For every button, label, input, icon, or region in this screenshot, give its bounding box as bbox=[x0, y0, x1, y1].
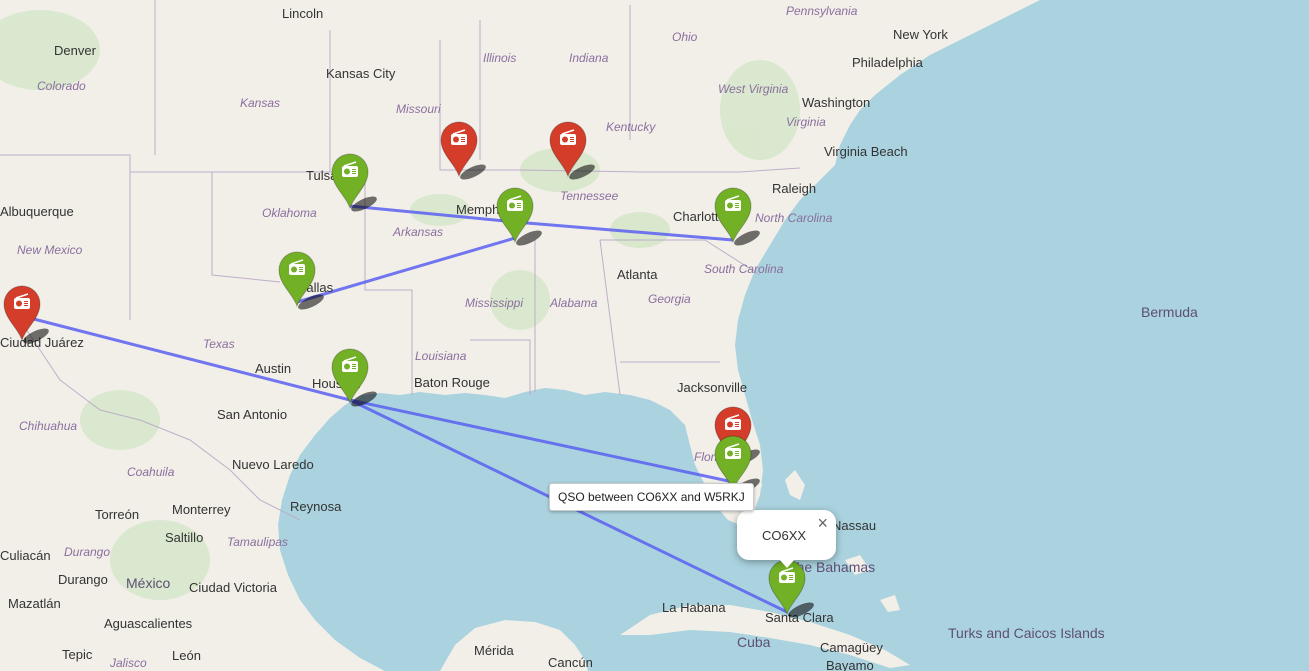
state-label: Virginia bbox=[786, 115, 826, 129]
state-label: Mississippi bbox=[465, 296, 523, 310]
city-label: Kansas City bbox=[326, 66, 396, 81]
city-label: Camagüey bbox=[820, 640, 883, 655]
state-label: Durango bbox=[64, 545, 110, 559]
city-label: Culiacán bbox=[0, 548, 51, 563]
map-canvas[interactable]: Lincoln Denver Kansas City Tulsa Memphis… bbox=[0, 0, 1309, 671]
city-label: Cancún bbox=[548, 655, 593, 670]
state-label: Chihuahua bbox=[19, 419, 77, 433]
city-label: Mazatlán bbox=[8, 596, 61, 611]
city-label: Nuevo Laredo bbox=[232, 457, 314, 472]
state-label: Indiana bbox=[569, 51, 609, 65]
city-label: Reynosa bbox=[290, 499, 342, 514]
state-label: Ohio bbox=[672, 30, 698, 44]
country-label: Turks and Caicos Islands bbox=[948, 625, 1105, 641]
city-label: Mérida bbox=[474, 643, 515, 658]
city-label: Albuquerque bbox=[0, 204, 74, 219]
qso-tooltip: QSO between CO6XX and W5RKJ bbox=[549, 483, 754, 511]
city-label: Aguascalientes bbox=[104, 616, 193, 631]
city-label: Philadelphia bbox=[852, 55, 924, 70]
state-label: South Carolina bbox=[704, 262, 784, 276]
city-label: New York bbox=[893, 27, 948, 42]
state-label: New Mexico bbox=[17, 243, 83, 257]
station-popup: CO6XX × bbox=[737, 510, 836, 568]
state-label: Kansas bbox=[240, 96, 280, 110]
city-label: Jacksonville bbox=[677, 380, 747, 395]
city-label: Tepic bbox=[62, 647, 93, 662]
city-label: Torreón bbox=[95, 507, 139, 522]
city-label: Atlanta bbox=[617, 267, 658, 282]
state-label: Texas bbox=[203, 337, 235, 351]
state-label: Missouri bbox=[396, 102, 441, 116]
country-label: Bermuda bbox=[1141, 304, 1198, 320]
state-label: Alabama bbox=[549, 296, 598, 310]
state-label: Kentucky bbox=[606, 120, 656, 134]
city-label: Baton Rouge bbox=[414, 375, 490, 390]
city-label: Virginia Beach bbox=[824, 144, 908, 159]
city-label: Raleigh bbox=[772, 181, 816, 196]
qso-tooltip-text: QSO between CO6XX and W5RKJ bbox=[558, 490, 745, 504]
city-label: Monterrey bbox=[172, 502, 231, 517]
city-label: Saltillo bbox=[165, 530, 203, 545]
state-label: Louisiana bbox=[415, 349, 467, 363]
state-label: Coahuila bbox=[127, 465, 175, 479]
country-label: Cuba bbox=[737, 634, 771, 650]
city-label: Washington bbox=[802, 95, 870, 110]
city-label: Ciudad Victoria bbox=[189, 580, 278, 595]
state-label: Arkansas bbox=[392, 225, 443, 239]
country-label: México bbox=[126, 575, 171, 591]
popup-close-button[interactable]: × bbox=[817, 514, 828, 532]
city-label: León bbox=[172, 648, 201, 663]
state-label: Tennessee bbox=[560, 189, 619, 203]
city-label: Durango bbox=[58, 572, 108, 587]
popup-title: CO6XX bbox=[762, 528, 807, 543]
state-label: Tamaulipas bbox=[227, 535, 288, 549]
city-label: Nassau bbox=[832, 518, 876, 533]
state-label: Jalisco bbox=[109, 656, 147, 670]
popup-tip bbox=[778, 559, 795, 568]
state-label: West Virginia bbox=[718, 82, 789, 96]
city-label: La Habana bbox=[662, 600, 726, 615]
city-label: Bayamo bbox=[826, 658, 874, 671]
city-label: Austin bbox=[255, 361, 291, 376]
state-label: Oklahoma bbox=[262, 206, 317, 220]
city-label: San Antonio bbox=[217, 407, 287, 422]
state-label: Illinois bbox=[483, 51, 516, 65]
state-label: Georgia bbox=[648, 292, 691, 306]
city-label: Lincoln bbox=[282, 6, 323, 21]
city-label: Denver bbox=[54, 43, 97, 58]
state-label: Pennsylvania bbox=[786, 4, 858, 18]
state-label: North Carolina bbox=[755, 211, 833, 225]
state-label: Colorado bbox=[37, 79, 86, 93]
